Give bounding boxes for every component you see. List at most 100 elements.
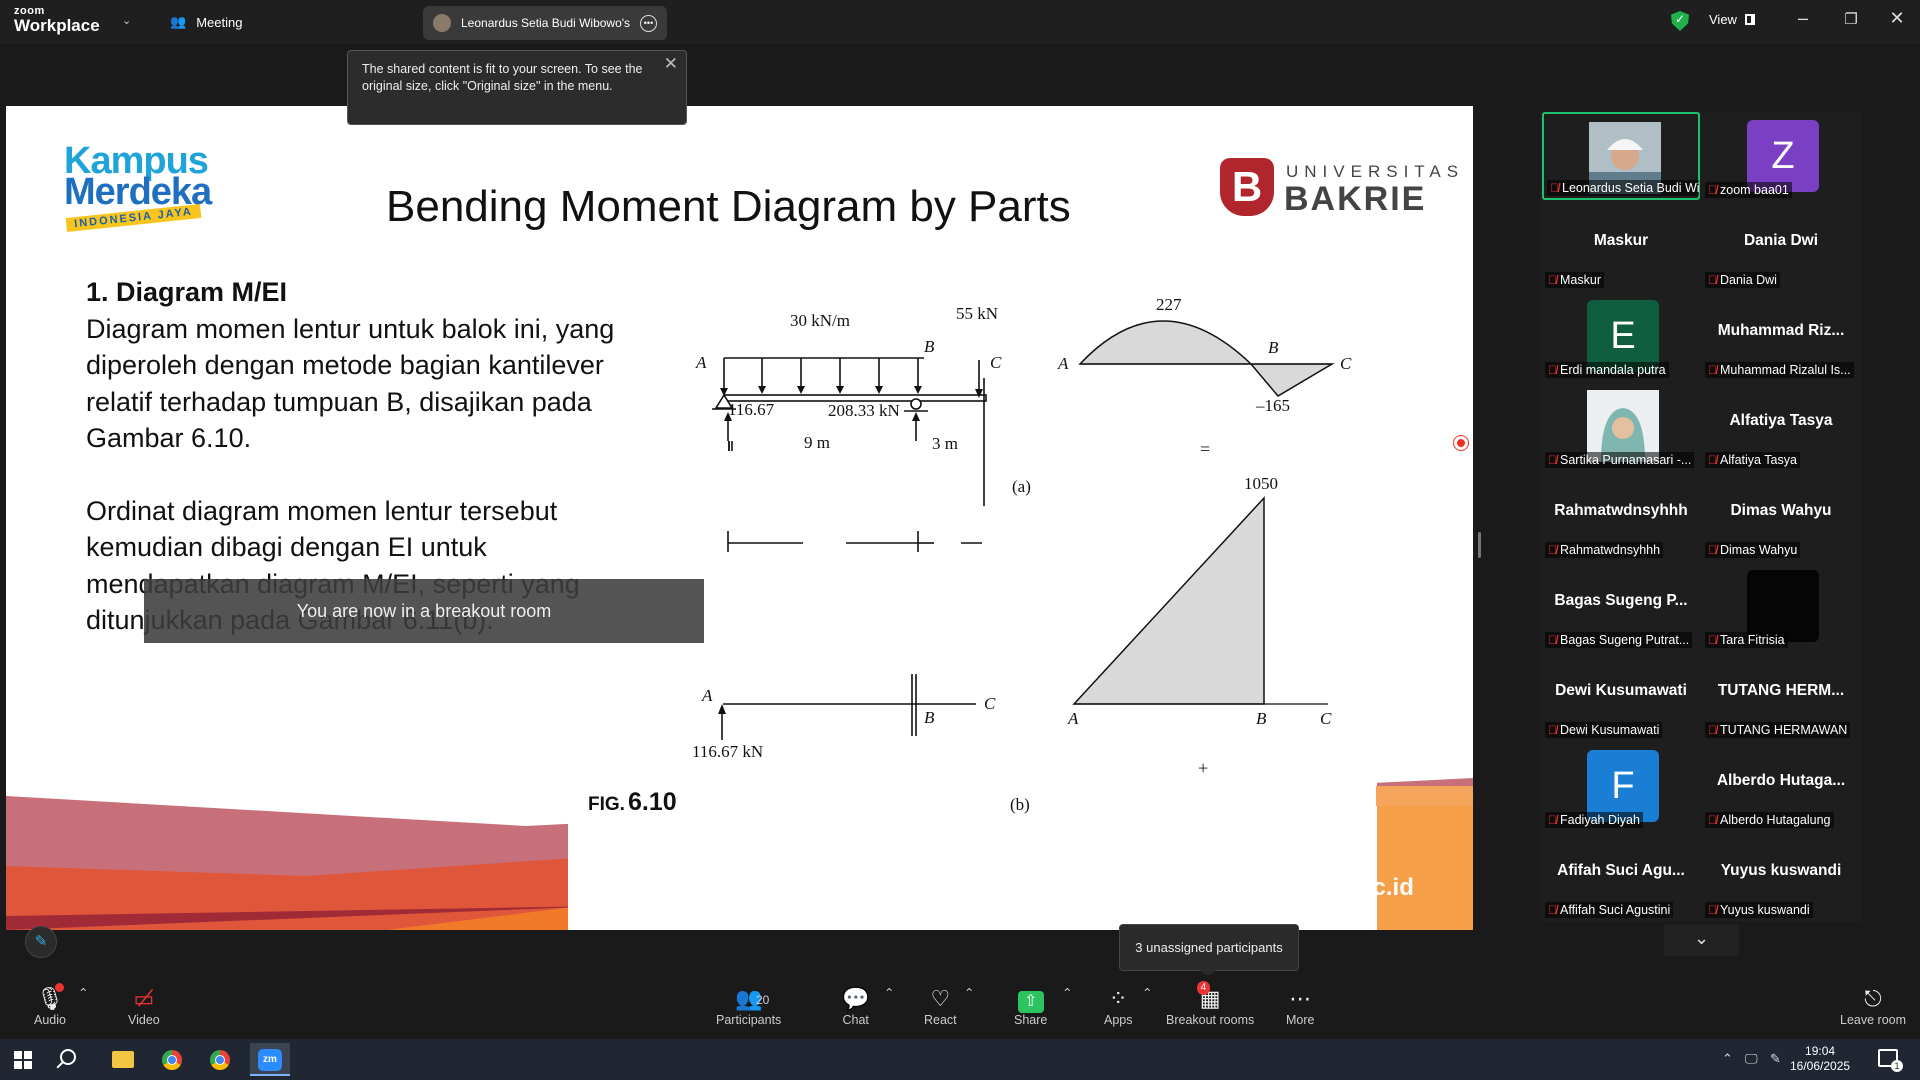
meeting-menu-button[interactable]: 👥 Meeting (170, 14, 242, 30)
reaction-a-label: 116.67 (728, 400, 775, 419)
audio-options-caret[interactable]: ⌃ (78, 985, 88, 1000)
participant-name: Affifah Suci Agustini (1560, 903, 1671, 917)
file-explorer-icon[interactable] (112, 1051, 134, 1068)
participant-name: Erdi mandala putra (1560, 363, 1666, 377)
participant-tile[interactable]: Rahmatwdnsyhhh 🎙̸ Rahmatwdnsyhhh (1542, 472, 1700, 560)
participant-tile[interactable]: Dimas Wahyu 🎙̸ Dimas Wahyu (1702, 472, 1860, 560)
participant-name-label: 🎙̸ Fadiyah Diyah (1545, 812, 1643, 828)
notification-icon[interactable]: 1 (1878, 1049, 1903, 1072)
participant-tile[interactable]: Yuyus kuswandi 🎙̸ Yuyus kuswandi (1702, 832, 1860, 920)
share-options-caret[interactable]: ⌃ (1062, 985, 1072, 1000)
participant-tile[interactable]: Alfatiya Tasya 🎙̸ Alfatiya Tasya (1702, 382, 1860, 470)
chat-button[interactable]: 💬 Chat (842, 985, 869, 1027)
leave-room-button[interactable]: ⎋ Leave room (1840, 985, 1906, 1027)
distributed-load-label: 30 kN/m (790, 311, 850, 330)
participant-tile[interactable]: 🎙̸ Sartika Purnamasari -... (1542, 382, 1700, 470)
mic-muted-icon: 🎙̸ (1708, 543, 1717, 557)
participant-tile[interactable]: Alberdo Hutaga... 🎙̸ Alberdo Hutagalung (1702, 742, 1860, 830)
share-screen-button[interactable]: ⇧ Share (1014, 985, 1047, 1027)
presenter-avatar (433, 14, 451, 32)
more-dots-icon: ⋯ (1289, 986, 1312, 1011)
participant-name-label: 🎙̸ Muhammad Rizalul Is... (1705, 362, 1854, 378)
system-clock[interactable]: 19:04 16/06/2025 (1790, 1044, 1850, 1074)
participant-tile[interactable]: Dania Dwi 🎙̸ Dania Dwi (1702, 202, 1860, 290)
chat-label: Chat (842, 1013, 869, 1027)
share-arrow-icon: ⇧ (1014, 985, 1047, 1013)
chrome-icon[interactable] (162, 1050, 182, 1070)
triangle-node-a: A (1067, 709, 1079, 728)
title-bar: zoom Workplace ⌄ 👥 Meeting Leonardus Set… (0, 0, 1920, 44)
participants-button[interactable]: 👥 20 Participants (716, 985, 781, 1027)
fit-to-screen-toast: The shared content is fit to your screen… (347, 50, 687, 125)
reaction-b-label: 208.33 kN (828, 401, 900, 420)
encryption-shield-icon[interactable] (1671, 11, 1689, 31)
caption-b: (b) (1010, 795, 1030, 814)
breakout-rooms-button[interactable]: ▦ 4 Breakout rooms (1166, 981, 1254, 1027)
mic-muted-icon: 🎙̸ (1708, 273, 1717, 287)
participant-tile[interactable]: Dewi Kusumawati 🎙̸ Dewi Kusumawati (1542, 652, 1700, 740)
cantilever-reaction-label: 116.67 kN (692, 742, 763, 761)
more-options-icon[interactable]: ••• (640, 14, 657, 32)
participant-tile[interactable]: 🎙̸ Tara Fitrisia (1702, 562, 1860, 650)
moment-diagram-b (1072, 496, 1265, 705)
node-b-label: B (924, 337, 935, 356)
panel-splitter-handle[interactable] (1478, 532, 1481, 558)
participant-tile[interactable]: 🎙̸ Leonardus Setia Budi Wi... (1542, 112, 1700, 200)
close-window-button[interactable]: ✕ (1874, 8, 1920, 29)
annotate-pencil-icon[interactable]: ✎ (25, 926, 57, 958)
mic-muted-icon: 🎙̸ (1708, 633, 1717, 647)
breakout-room-banner: You are now in a breakout room (144, 579, 704, 643)
chrome-profile-taskbar-item[interactable] (200, 1043, 240, 1076)
participant-tile[interactable]: Maskur 🎙̸ Maskur (1542, 202, 1700, 290)
toast-text: The shared content is fit to your screen… (362, 62, 643, 93)
apps-options-caret[interactable]: ⌃ (1142, 985, 1152, 1000)
pen-icon[interactable]: ✎ (1770, 1051, 1781, 1067)
microphone-muted-icon: 🎙 (34, 983, 66, 1013)
apps-button[interactable]: ⁘ Apps (1104, 985, 1133, 1027)
more-button[interactable]: ⋯ More (1286, 985, 1314, 1027)
participant-tile[interactable]: Afifah Suci Agu... 🎙̸ Affifah Suci Agustin… (1542, 832, 1700, 920)
network-icon[interactable]: 🖵 (1745, 1051, 1758, 1067)
participant-tile[interactable]: Z 🎙̸ zoom baa01 (1702, 112, 1860, 200)
zoom-workplace-logo[interactable]: zoom Workplace (14, 6, 100, 35)
shared-screen-title: Leonardus Setia Budi Wibowo's screen (461, 16, 630, 30)
close-icon[interactable]: ✕ (664, 55, 678, 72)
equals-sign: = (1200, 439, 1210, 459)
restore-button[interactable]: ❐ (1828, 10, 1874, 28)
minimize-button[interactable]: – (1780, 8, 1826, 29)
video-button[interactable]: ▭̸ Video (128, 985, 160, 1027)
audio-button[interactable]: 🎙 Audio (34, 983, 66, 1027)
tray-overflow-icon[interactable]: ⌃ (1722, 1051, 1733, 1067)
search-icon[interactable] (60, 1049, 76, 1065)
fig-number: 6.10 (628, 788, 677, 816)
windows-taskbar: zm ⌃ 🖵 ✎ 19:04 16/06/2025 1 (0, 1039, 1920, 1080)
participant-gallery[interactable]: 🎙̸ Leonardus Setia Budi Wi... Z 🎙̸ zoom baa0… (1540, 112, 1862, 922)
participants-count: 20 (756, 993, 770, 1007)
participant-name-label: 🎙̸ Affifah Suci Agustini (1545, 902, 1674, 918)
shared-screen-tab[interactable]: Leonardus Setia Budi Wibowo's screen ••• (423, 6, 667, 40)
unassigned-participants-tooltip: 3 unassigned participants (1119, 924, 1299, 978)
participant-name: Dimas Wahyu (1720, 543, 1798, 557)
node-c-label: C (990, 353, 1002, 372)
clock-date: 16/06/2025 (1790, 1059, 1851, 1073)
participant-tile[interactable]: Bagas Sugeng P... 🎙̸ Bagas Sugeng Putrat..… (1542, 562, 1700, 650)
mic-muted-icon: 🎙̸ (1548, 723, 1557, 737)
participant-name: Alberdo Hutagalung (1720, 813, 1831, 827)
chat-options-caret[interactable]: ⌃ (884, 985, 894, 1000)
participant-tile[interactable]: F 🎙̸ Fadiyah Diyah (1542, 742, 1700, 830)
windows-start-icon[interactable] (14, 1051, 32, 1069)
shared-slide: Kampus Merdeka INDONESIA JAYA Bending Mo… (6, 106, 1473, 930)
participant-tile[interactable]: E 🎙̸ Erdi mandala putra (1542, 292, 1700, 380)
view-menu-button[interactable]: View (1709, 12, 1755, 27)
span-bc-label: 3 m (932, 434, 958, 453)
participant-name-label: 🎙̸ Dimas Wahyu (1705, 542, 1801, 558)
participant-tile[interactable]: TUTANG HERM... 🎙̸ TUTANG HERMAWAN (1702, 652, 1860, 740)
react-button[interactable]: ♡ React (924, 985, 957, 1027)
plus-sign: + (1198, 758, 1208, 778)
participant-display-name: Dewi Kusumawati (1555, 682, 1687, 699)
participant-name: Dewi Kusumawati (1560, 723, 1660, 737)
chevron-down-icon[interactable]: ⌄ (122, 14, 131, 27)
gallery-next-page-button[interactable]: ⌄ (1664, 924, 1739, 956)
participant-tile[interactable]: Muhammad Riz... 🎙̸ Muhammad Rizalul Is... (1702, 292, 1860, 380)
react-options-caret[interactable]: ⌃ (964, 985, 974, 1000)
